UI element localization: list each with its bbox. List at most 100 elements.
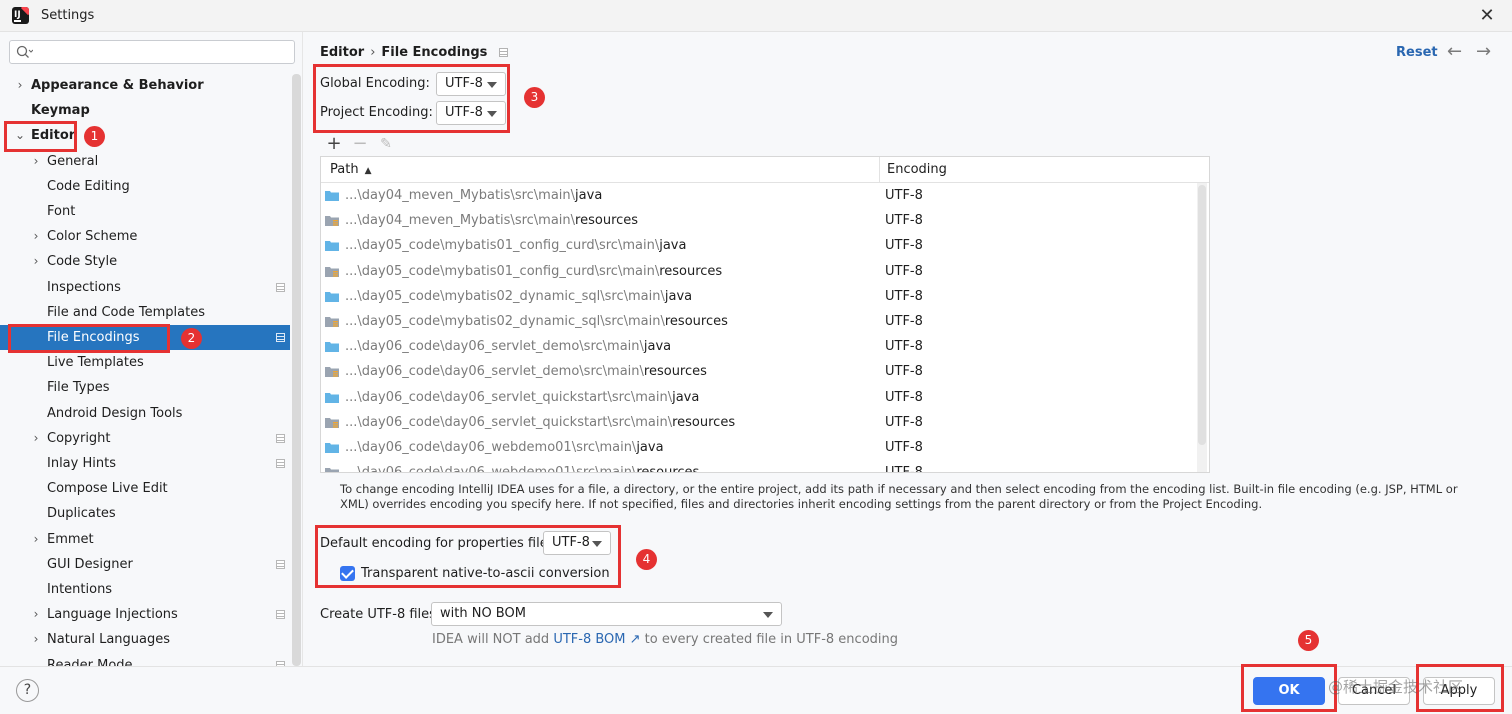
sidebar-item-label: Inlay Hints xyxy=(47,456,116,471)
sidebar-item[interactable]: Compose Live Edit xyxy=(0,476,290,501)
chevron-right-icon[interactable]: › xyxy=(30,426,42,451)
chevron-right-icon[interactable]: › xyxy=(30,224,42,249)
encoding-cell[interactable]: UTF-8 xyxy=(885,309,923,334)
encoding-cell[interactable]: UTF-8 xyxy=(885,460,923,472)
sidebar-item-label: Android Design Tools xyxy=(47,405,183,421)
chevron-right-icon[interactable]: › xyxy=(14,73,26,98)
path-leaf: java xyxy=(664,288,693,304)
back-arrow-icon[interactable]: ← xyxy=(1447,41,1462,62)
path-cell: ...\day05_code\mybatis01_config_curd\src… xyxy=(345,233,686,258)
sidebar-item[interactable]: › Natural Languages xyxy=(0,627,290,652)
sidebar-item[interactable]: Font xyxy=(0,199,290,224)
table-scrollbar[interactable] xyxy=(1197,183,1207,472)
encoding-cell[interactable]: UTF-8 xyxy=(885,410,923,435)
sidebar-item-label: General xyxy=(47,153,99,169)
sidebar-item[interactable]: Code Editing xyxy=(0,174,290,199)
chevron-right-icon[interactable]: › xyxy=(30,249,42,274)
sidebar-item[interactable]: Intentions xyxy=(0,577,290,602)
sidebar-item[interactable]: File and Code Templates xyxy=(0,300,290,325)
sidebar-scrollbar[interactable] xyxy=(292,74,301,666)
column-header-encoding[interactable]: Encoding xyxy=(887,157,947,183)
add-path-icon[interactable]: + xyxy=(324,134,344,156)
path-cell: ...\day04_meven_Mybatis\src\main\java xyxy=(345,183,602,208)
annotation-box-editor xyxy=(4,121,77,152)
path-cell: ...\day06_code\day06_webdemo01\src\main\… xyxy=(345,435,664,460)
chevron-right-icon[interactable]: › xyxy=(30,149,42,174)
help-icon[interactable]: ? xyxy=(16,679,39,702)
encoding-cell[interactable]: UTF-8 xyxy=(885,359,923,384)
sidebar-item[interactable]: Inlay Hints xyxy=(0,451,290,476)
path-cell: ...\day05_code\mybatis01_config_curd\src… xyxy=(345,259,722,284)
sidebar-item[interactable]: › Appearance & Behavior xyxy=(0,73,290,98)
close-icon[interactable]: ✕ xyxy=(1476,5,1498,27)
breadcrumb-editor[interactable]: Editor xyxy=(320,45,364,60)
encoding-cell[interactable]: UTF-8 xyxy=(885,385,923,410)
path-prefix: ...\day06_code\day06_servlet_quickstart\… xyxy=(345,414,673,430)
encoding-cell[interactable]: UTF-8 xyxy=(885,284,923,309)
sidebar-item[interactable]: › Emmet xyxy=(0,527,290,552)
forward-arrow-icon[interactable]: → xyxy=(1476,41,1491,62)
table-row[interactable]: ...\day06_code\day06_webdemo01\src\main\… xyxy=(321,460,1193,473)
path-prefix: ...\day05_code\mybatis02_dynamic_sql\src… xyxy=(345,288,665,304)
table-row[interactable]: ...\day06_code\day06_servlet_quickstart\… xyxy=(321,385,1193,410)
sidebar-item[interactable]: Keymap xyxy=(0,98,290,123)
folder-resources-icon xyxy=(325,417,339,428)
sidebar-item[interactable]: Reader Mode xyxy=(0,653,290,666)
sidebar-item[interactable]: › Copyright xyxy=(0,426,290,451)
table-row[interactable]: ...\day06_code\day06_servlet_demo\src\ma… xyxy=(321,359,1193,384)
column-header-path[interactable]: Path ▲ xyxy=(330,157,371,183)
watermark: @稀土掘金技术社区 xyxy=(1328,678,1464,696)
project-scope-icon xyxy=(276,610,285,620)
table-row[interactable]: ...\day06_code\day06_webdemo01\src\main\… xyxy=(321,435,1193,460)
path-prefix: ...\day06_code\day06_servlet_demo\src\ma… xyxy=(345,364,644,380)
folder-blue-icon xyxy=(325,241,339,252)
sidebar-item[interactable]: › Color Scheme xyxy=(0,224,290,249)
bom-hint-post: to every created file in UTF-8 encoding xyxy=(644,632,899,647)
encoding-cell[interactable]: UTF-8 xyxy=(885,183,923,208)
sidebar-item[interactable]: File Types xyxy=(0,375,290,400)
annotation-box-properties xyxy=(315,525,621,588)
table-row[interactable]: ...\day05_code\mybatis01_config_curd\src… xyxy=(321,233,1193,258)
sidebar-item-label: File Types xyxy=(47,380,110,396)
encoding-cell[interactable]: UTF-8 xyxy=(885,233,923,258)
table-row[interactable]: ...\day05_code\mybatis02_dynamic_sql\src… xyxy=(321,309,1193,334)
encoding-cell[interactable]: UTF-8 xyxy=(885,334,923,359)
sidebar-item[interactable]: › Code Style xyxy=(0,249,290,274)
sidebar-item[interactable]: Live Templates xyxy=(0,350,290,375)
sidebar-item[interactable]: › Language Injections xyxy=(0,602,290,627)
encoding-cell[interactable]: UTF-8 xyxy=(885,435,923,460)
sidebar-item[interactable]: GUI Designer xyxy=(0,552,290,577)
sidebar-item-label: Inspections xyxy=(47,279,121,295)
path-leaf: java xyxy=(659,238,687,254)
utf8-bom-link[interactable]: UTF-8 BOM ↗ xyxy=(553,632,640,647)
path-table-toolbar: + − ✎ xyxy=(320,134,1212,156)
table-row[interactable]: ...\day05_code\mybatis02_dynamic_sql\src… xyxy=(321,284,1193,309)
chevron-right-icon[interactable]: › xyxy=(30,602,42,627)
edit-pencil-icon[interactable]: ✎ xyxy=(376,134,396,156)
chevron-right-icon[interactable]: › xyxy=(30,527,42,552)
sidebar-item[interactable]: › General xyxy=(0,149,290,174)
table-row[interactable]: ...\day04_meven_Mybatis\src\main\resourc… xyxy=(321,208,1193,233)
annotation-badge-3: 3 xyxy=(524,87,545,108)
project-scope-icon xyxy=(276,459,285,468)
encoding-cell[interactable]: UTF-8 xyxy=(885,208,923,233)
column-path-label: Path xyxy=(330,162,359,177)
table-row[interactable]: ...\day04_meven_Mybatis\src\main\java UTF… xyxy=(321,183,1193,208)
sidebar-item-label: Font xyxy=(47,204,76,219)
project-scope-icon xyxy=(499,48,509,57)
bom-select[interactable]: with NO BOM xyxy=(431,602,782,626)
table-row[interactable]: ...\day05_code\mybatis01_config_curd\src… xyxy=(321,259,1193,284)
encoding-cell[interactable]: UTF-8 xyxy=(885,259,923,284)
sidebar-item[interactable]: Inspections xyxy=(0,275,290,300)
sidebar-item[interactable]: Android Design Tools xyxy=(0,401,290,426)
table-row[interactable]: ...\day06_code\day06_servlet_demo\src\ma… xyxy=(321,334,1193,359)
chevron-right-icon[interactable]: › xyxy=(30,627,42,652)
remove-path-icon[interactable]: − xyxy=(350,134,370,156)
table-row[interactable]: ...\day06_code\day06_servlet_quickstart\… xyxy=(321,410,1193,435)
sidebar-item[interactable]: Duplicates xyxy=(0,501,290,526)
reset-link[interactable]: Reset xyxy=(1396,45,1438,60)
path-cell: ...\day05_code\mybatis02_dynamic_sql\src… xyxy=(345,309,728,334)
settings-search-input[interactable] xyxy=(9,40,295,64)
sidebar-item-label: Appearance & Behavior xyxy=(31,78,204,93)
path-leaf: resources xyxy=(636,465,700,473)
